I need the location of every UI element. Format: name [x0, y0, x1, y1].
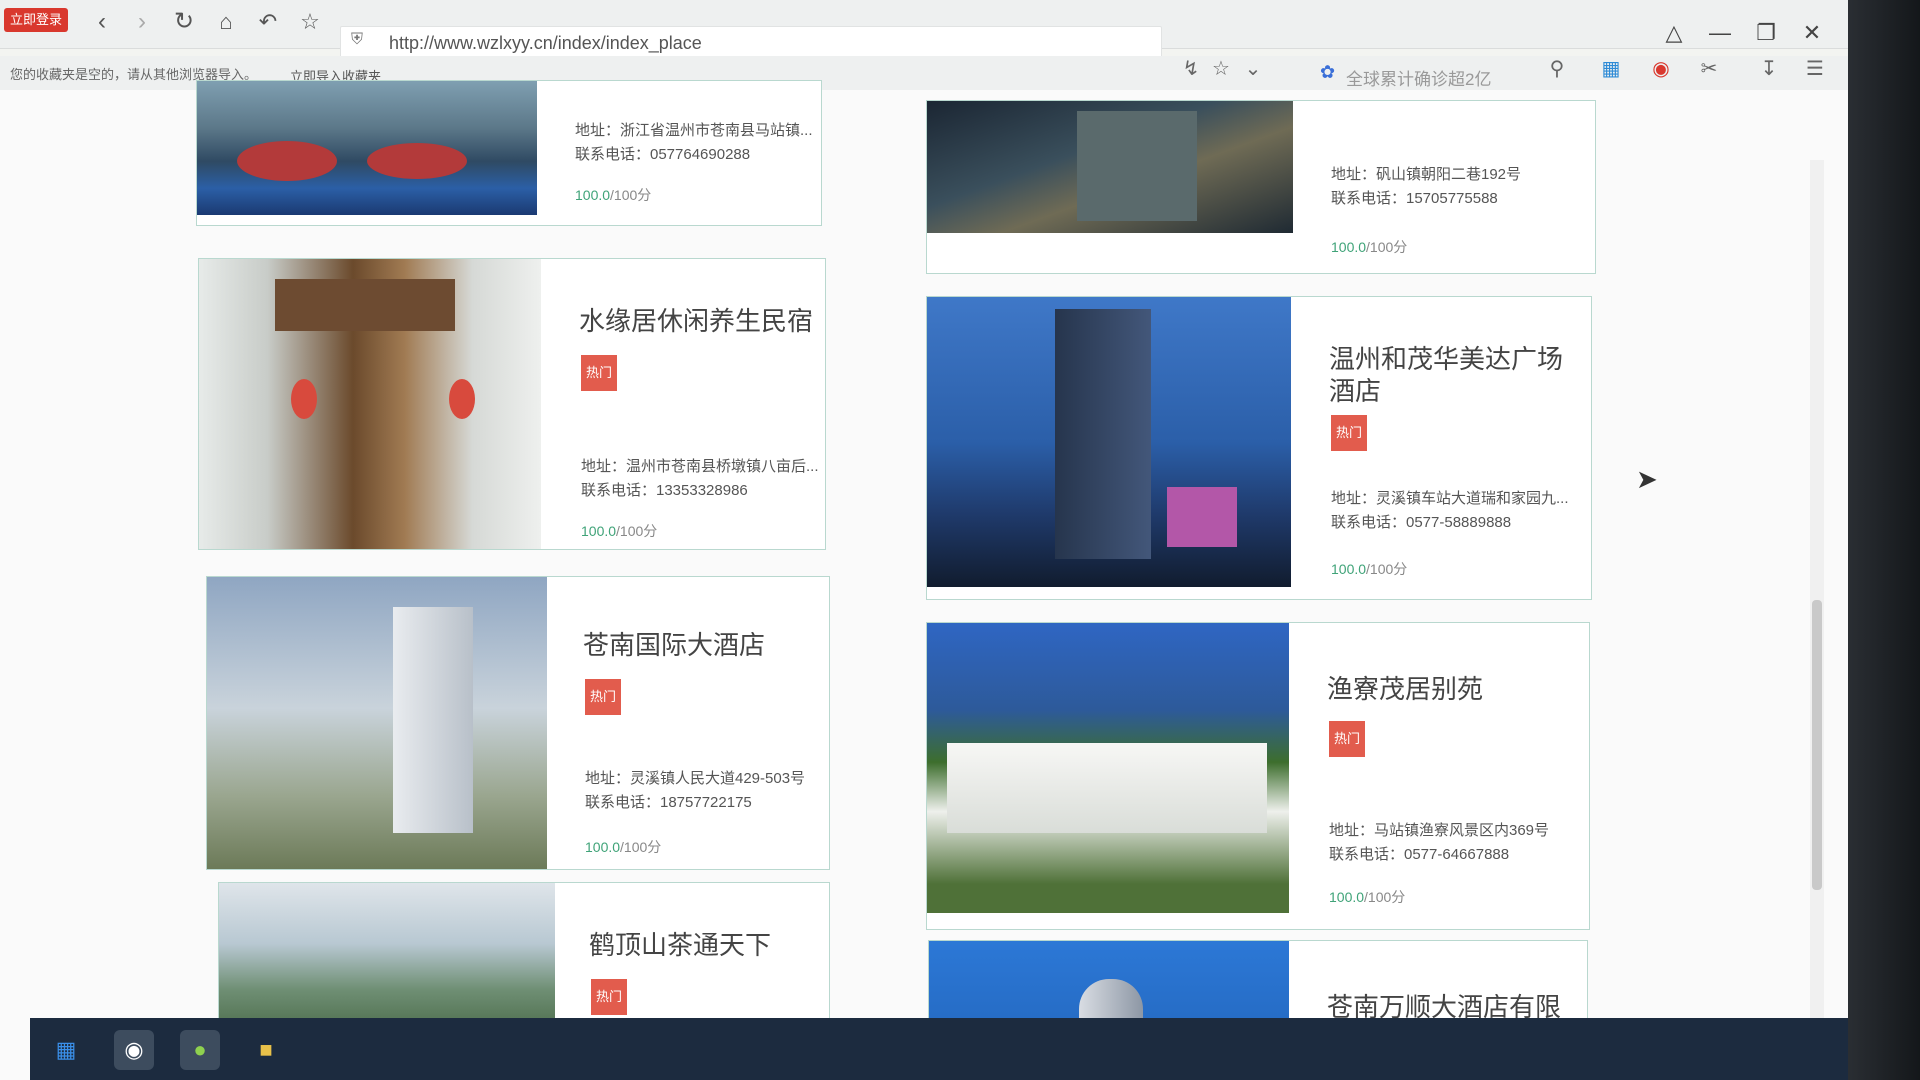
place-card[interactable]: 地址：浙江省温州市苍南县马站镇... 联系电话：057764690288 100… — [196, 80, 822, 226]
place-phone: 联系电话：0577-64667888 — [1329, 846, 1510, 863]
back-icon[interactable]: ‹ — [88, 8, 116, 36]
hot-badge: 热门 — [585, 679, 621, 715]
hot-badge: 热门 — [581, 355, 617, 391]
photo-detail — [449, 379, 475, 419]
photo-detail — [1077, 111, 1197, 221]
place-card[interactable]: 温州和茂华美达广场酒店 热门 地址：灵溪镇车站大道瑞和家园九... 联系电话：0… — [926, 296, 1592, 600]
place-score: 100.0/100分 — [1331, 561, 1408, 577]
place-photo — [197, 81, 537, 215]
place-name[interactable]: 温州和茂华美达广场酒店 — [1329, 343, 1579, 407]
page-content: 地址：浙江省温州市苍南县马站镇... 联系电话：057764690288 100… — [0, 80, 1848, 1080]
photo-detail — [291, 379, 317, 419]
browser-taskbar-icon[interactable]: ◉ — [114, 1030, 154, 1070]
refresh-icon[interactable]: ↻ — [170, 8, 198, 36]
hot-badge: 热门 — [1331, 415, 1367, 451]
photo-detail — [367, 143, 467, 179]
place-address: 地址：灵溪镇人民大道429-503号 — [585, 770, 806, 787]
hot-badge: 热门 — [1329, 721, 1365, 757]
download-icon[interactable]: ↧ — [1754, 56, 1784, 81]
place-score: 100.0/100分 — [585, 839, 662, 855]
apps-icon[interactable]: ▦ — [1596, 56, 1626, 81]
url-text[interactable]: http://www.wzlxyy.cn/index/index_place — [389, 33, 702, 54]
photo-detail — [275, 279, 455, 331]
place-phone: 联系电话：057764690288 — [575, 146, 751, 163]
home-icon[interactable]: ⌂ — [212, 8, 240, 36]
place-score: 100.0/100分 — [575, 187, 652, 203]
place-name[interactable]: 水缘居休闲养生民宿 — [579, 305, 813, 337]
photo-detail — [1167, 487, 1237, 547]
place-name[interactable]: 渔寮茂居别苑 — [1327, 673, 1483, 705]
login-button[interactable]: 立即登录 — [4, 8, 68, 32]
shield-icon: ⛨ — [351, 31, 364, 48]
place-phone: 联系电话：0577-58889888 — [1331, 514, 1512, 531]
place-address: 地址：矾山镇朝阳二巷192号 — [1331, 166, 1522, 183]
place-address: 地址：浙江省温州市苍南县马站镇... — [575, 122, 813, 139]
search-placeholder: 全球累计确诊超2亿 — [1346, 70, 1492, 89]
undo-icon[interactable]: ↶ — [254, 8, 282, 36]
chevron-down-icon[interactable]: ⌄ — [1238, 56, 1268, 81]
search-icon[interactable]: ⚲ — [1542, 56, 1572, 81]
start-menu-icon[interactable]: ▦ — [46, 1030, 86, 1070]
place-photo — [927, 297, 1291, 587]
hot-badge: 热门 — [591, 979, 627, 1015]
monitor-bezel — [1848, 0, 1920, 1080]
place-phone: 联系电话：18757722175 — [585, 794, 752, 811]
place-name[interactable]: 鹤顶山茶通天下 — [589, 929, 771, 961]
photo-detail — [947, 743, 1267, 833]
place-card[interactable]: 苍南国际大酒店 热门 地址：灵溪镇人民大道429-503号 联系电话：18757… — [206, 576, 830, 870]
wechat-icon[interactable]: ● — [180, 1030, 220, 1070]
place-photo — [927, 623, 1289, 913]
folder-icon[interactable]: ■ — [246, 1030, 286, 1070]
photo-detail — [237, 141, 337, 181]
game-icon[interactable]: ◉ — [1646, 56, 1676, 81]
shirt-icon[interactable]: △ — [1656, 20, 1692, 50]
restore-button[interactable]: ❐ — [1748, 20, 1784, 50]
place-photo — [927, 101, 1293, 233]
place-score: 100.0/100分 — [1331, 239, 1408, 255]
page-scrollbar[interactable] — [1810, 160, 1824, 1020]
place-address: 地址：温州市苍南县桥墩镇八亩后... — [581, 458, 819, 475]
search-box[interactable]: ✿ 全球累计确诊超2亿 — [1320, 60, 1530, 90]
os-taskbar: ▦ ◉ ● ■ — [30, 1018, 1848, 1080]
address-bar[interactable]: ⛨ http://www.wzlxyy.cn/index/index_place — [340, 26, 1162, 58]
menu-icon[interactable]: ☰ — [1800, 56, 1830, 81]
photo-detail — [1055, 309, 1151, 559]
monitor-screen: 立即登录 ‹ › ↻ ⌂ ↶ ☆ △ — ❐ ✕ ⛨ http://www.wz… — [0, 0, 1848, 1080]
scissors-icon[interactable]: ✂ — [1694, 56, 1724, 81]
forward-icon[interactable]: › — [128, 8, 156, 36]
place-address: 地址：灵溪镇车站大道瑞和家园九... — [1331, 490, 1569, 507]
photo-detail — [393, 607, 473, 833]
place-photo — [199, 259, 541, 549]
place-card[interactable]: 地址：矾山镇朝阳二巷192号 联系电话：15705775588 100.0/10… — [926, 100, 1596, 274]
mouse-cursor-icon: ➤ — [1636, 464, 1658, 494]
star-icon[interactable]: ☆ — [296, 8, 324, 36]
place-name[interactable]: 苍南国际大酒店 — [583, 629, 765, 661]
place-address: 地址：马站镇渔寮风景区内369号 — [1329, 822, 1550, 839]
place-photo — [219, 883, 555, 1035]
place-score: 100.0/100分 — [1329, 889, 1406, 905]
favorite-icon[interactable]: ☆ — [1206, 56, 1236, 81]
minimize-button[interactable]: — — [1702, 20, 1738, 50]
place-photo — [207, 577, 547, 869]
lightning-icon[interactable]: ↯ — [1176, 56, 1206, 81]
baidu-icon: ✿ — [1320, 62, 1336, 82]
place-card[interactable]: 水缘居休闲养生民宿 热门 地址：温州市苍南县桥墩镇八亩后... 联系电话：133… — [198, 258, 826, 550]
scrollbar-thumb[interactable] — [1812, 600, 1822, 890]
place-phone: 联系电话：15705775588 — [1331, 190, 1498, 207]
place-phone: 联系电话：13353328986 — [581, 482, 748, 499]
place-card[interactable]: 渔寮茂居别苑 热门 地址：马站镇渔寮风景区内369号 联系电话：0577-646… — [926, 622, 1590, 930]
place-score: 100.0/100分 — [581, 523, 658, 539]
close-button[interactable]: ✕ — [1794, 20, 1830, 50]
